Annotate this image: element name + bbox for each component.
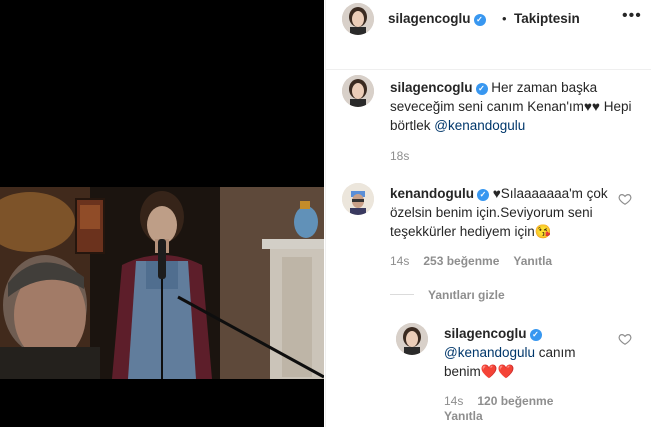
comment-time[interactable]: 14s [390, 254, 409, 268]
hide-replies-button[interactable]: Yanıtları gizle [390, 288, 505, 302]
reply-time[interactable]: 14s [444, 394, 463, 408]
reply-hearts: ❤️❤️ [480, 364, 515, 379]
verified-badge-icon: ✓ [529, 329, 542, 341]
post-video[interactable] [0, 187, 324, 379]
like-comment-heart-icon[interactable] [618, 192, 632, 206]
reply-mention-link[interactable]: @kenandogulu [444, 345, 535, 360]
comment-meta: 14s 253 beğenme Yanıtla [390, 254, 552, 268]
caption-username[interactable]: silagencoglu [390, 80, 473, 95]
reply-reply-button[interactable]: Yanıtla [444, 409, 483, 423]
author-username-text[interactable]: silagencoglu [388, 11, 471, 26]
comment: kenandogulu ✓ ♥Sılaaaaaaa'm çok özelsin b… [390, 184, 615, 241]
separator-dot: • [502, 11, 507, 26]
comment-author-avatar[interactable] [342, 183, 374, 215]
verified-badge-icon: ✓ [475, 83, 488, 95]
post-media[interactable] [0, 0, 324, 427]
caption-author-avatar[interactable] [342, 75, 374, 107]
caption: silagencoglu ✓ Her zaman başka seveceğim … [390, 78, 640, 135]
video-frame-illustration [0, 187, 324, 379]
verified-badge-icon: ✓ [473, 14, 486, 26]
caption-mention-link[interactable]: @kenandogulu [434, 118, 525, 133]
comment-username[interactable]: kenandogulu [390, 186, 474, 201]
caption-time[interactable]: 18s [390, 149, 409, 163]
follow-status-button[interactable]: Takiptesin [514, 11, 580, 26]
reply-username[interactable]: silagencoglu [444, 326, 527, 341]
reply-author-avatar[interactable] [396, 323, 428, 355]
verified-badge-icon: ✓ [477, 189, 489, 201]
hide-replies-label[interactable]: Yanıtları gizle [428, 288, 505, 302]
reply-meta: 14s 120 beğenme Yanıtla [444, 394, 624, 424]
author-username[interactable]: silagencoglu ✓ [388, 11, 486, 26]
reply: silagencoglu ✓ @kenandogulu canım benim❤️… [444, 324, 614, 381]
comment-likes[interactable]: 253 beğenme [423, 254, 499, 268]
like-reply-heart-icon[interactable] [618, 332, 632, 346]
reply-likes[interactable]: 120 beğenme [477, 394, 553, 408]
post-side-panel: silagencoglu ✓ • Takiptesin ••• silagenco… [325, 0, 651, 427]
post-header: silagencoglu ✓ • Takiptesin ••• [326, 0, 651, 70]
comment-reply-button[interactable]: Yanıtla [513, 254, 552, 268]
author-avatar[interactable] [342, 3, 374, 35]
replies-divider [390, 294, 414, 295]
more-horizontal-icon[interactable]: ••• [622, 7, 642, 25]
